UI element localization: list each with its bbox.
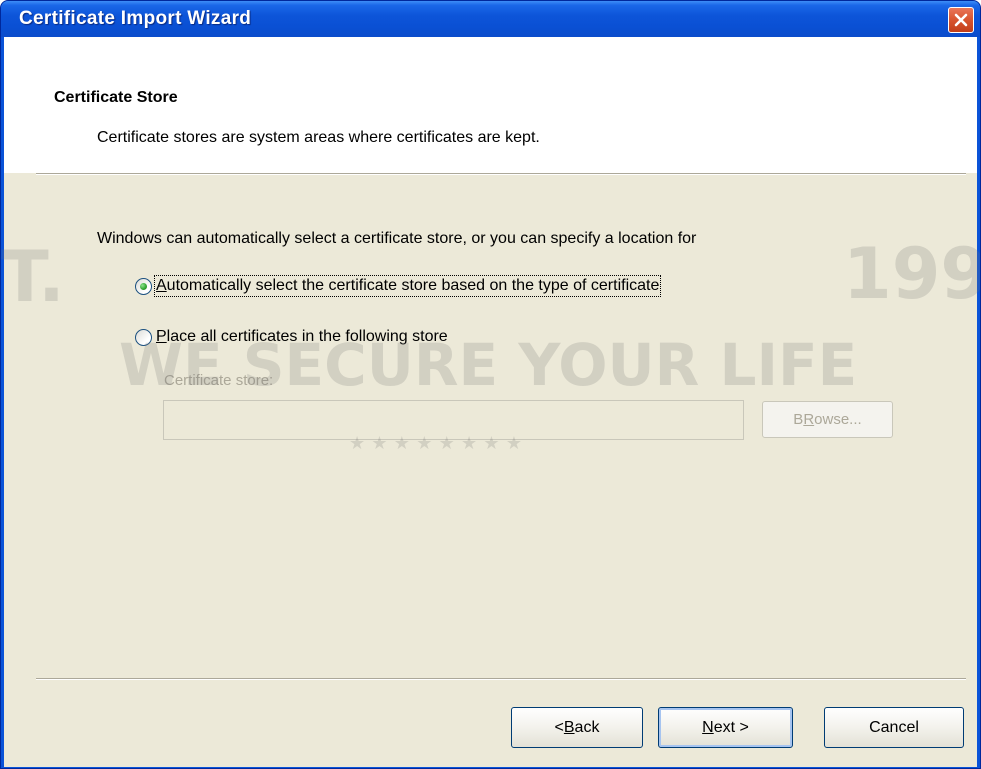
browse-button: B Rowse...: [762, 401, 893, 438]
cancel-button[interactable]: Cancel: [824, 707, 964, 748]
auto-select-radio[interactable]: [135, 277, 152, 295]
certificate-store-field: [163, 400, 744, 440]
page-title: Certificate Store: [54, 89, 178, 106]
close-icon: [954, 13, 968, 27]
back-button[interactable]: < Back: [511, 707, 643, 748]
auto-select-store-option[interactable]: Automatically select the certificate sto…: [135, 275, 662, 297]
place-in-store-radio[interactable]: [135, 328, 152, 346]
intro-text: Windows can automatically select a certi…: [97, 230, 697, 247]
next-button[interactable]: Next >: [658, 707, 793, 748]
certificate-store-label: Certificate store:: [164, 372, 274, 389]
close-button[interactable]: [948, 7, 974, 33]
wizard-header: Certificate Store Certificate stores are…: [4, 37, 977, 173]
dialog-body: Certificate Store Certificate stores are…: [4, 37, 977, 767]
window-title: Certificate Import Wizard: [19, 8, 252, 29]
certificate-import-wizard-window: Certificate Import Wizard Certificate St…: [0, 0, 981, 769]
title-bar[interactable]: Certificate Import Wizard: [1, 1, 980, 37]
place-in-store-option[interactable]: Place all certificates in the following …: [135, 326, 448, 348]
page-subtitle: Certificate stores are system areas wher…: [97, 129, 540, 146]
header-divider: [36, 173, 966, 175]
auto-select-label[interactable]: Automatically select the certificate sto…: [153, 275, 662, 297]
footer-divider: [36, 678, 966, 680]
place-in-store-label[interactable]: Place all certificates in the following …: [156, 328, 448, 346]
